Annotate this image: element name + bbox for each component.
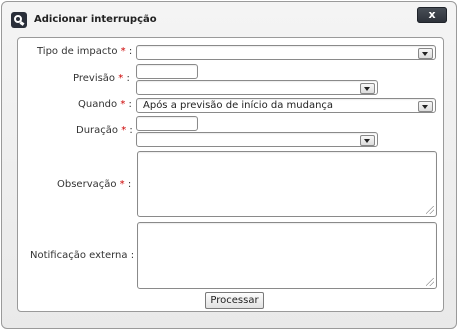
label-colon: :	[127, 179, 132, 190]
quando-label-text: Quando	[78, 99, 118, 110]
processar-button[interactable]: Processar	[205, 292, 264, 309]
observacao-textarea[interactable]	[137, 151, 437, 217]
required-marker: *	[120, 46, 126, 57]
tipo-impacto-label: Tipo de impacto * :	[37, 46, 132, 57]
notificacao-externa-label-text: Notificação externa	[30, 250, 128, 261]
title-bar: Adicionar interrupção x	[2, 2, 456, 35]
label-colon: :	[130, 250, 135, 261]
tipo-impacto-select[interactable]	[136, 45, 436, 60]
notificacao-externa-textarea[interactable]	[137, 222, 437, 289]
resize-grip-icon[interactable]	[426, 206, 434, 214]
resize-grip-icon[interactable]	[426, 278, 434, 286]
notificacao-externa-label: Notificação externa :	[30, 250, 134, 261]
duracao-label-text: Duração	[76, 125, 119, 136]
required-marker: *	[120, 99, 126, 110]
label-colon: :	[129, 125, 133, 136]
quando-label: Quando * :	[78, 99, 132, 110]
chevron-down-icon[interactable]	[360, 135, 375, 146]
observacao-label: Observação * :	[57, 179, 131, 190]
previsao-label-text: Previsão	[73, 73, 116, 84]
previsao-label: Previsão * :	[73, 73, 130, 84]
chat-bubble-icon	[11, 12, 27, 28]
observacao-label-text: Observação	[57, 179, 117, 190]
chevron-down-icon[interactable]	[360, 83, 375, 94]
chevron-down-icon[interactable]	[418, 101, 433, 112]
required-marker: *	[119, 179, 125, 190]
quando-value: Após a previsão de início da mudança	[143, 100, 334, 111]
required-marker: *	[118, 73, 124, 84]
chevron-down-icon[interactable]	[418, 48, 433, 59]
previsao-select[interactable]	[136, 80, 378, 95]
label-colon: :	[128, 99, 132, 110]
close-button[interactable]: x	[417, 7, 447, 23]
dialog-title: Adicionar interrupção	[34, 14, 157, 25]
tipo-impacto-label-text: Tipo de impacto	[37, 46, 118, 57]
label-colon: :	[128, 46, 133, 57]
quando-select[interactable]: Após a previsão de início da mudança	[136, 98, 436, 113]
label-colon: :	[126, 73, 130, 84]
duracao-label: Duração * :	[76, 125, 133, 136]
previsao-input[interactable]	[136, 64, 198, 79]
duracao-input[interactable]	[136, 116, 198, 131]
required-marker: *	[121, 125, 127, 136]
duracao-select[interactable]	[136, 132, 378, 147]
dialog-window: Adicionar interrupção x Tipo de impacto …	[1, 1, 457, 329]
form-panel: Tipo de impacto * : Previsão * : Quando …	[17, 37, 444, 312]
